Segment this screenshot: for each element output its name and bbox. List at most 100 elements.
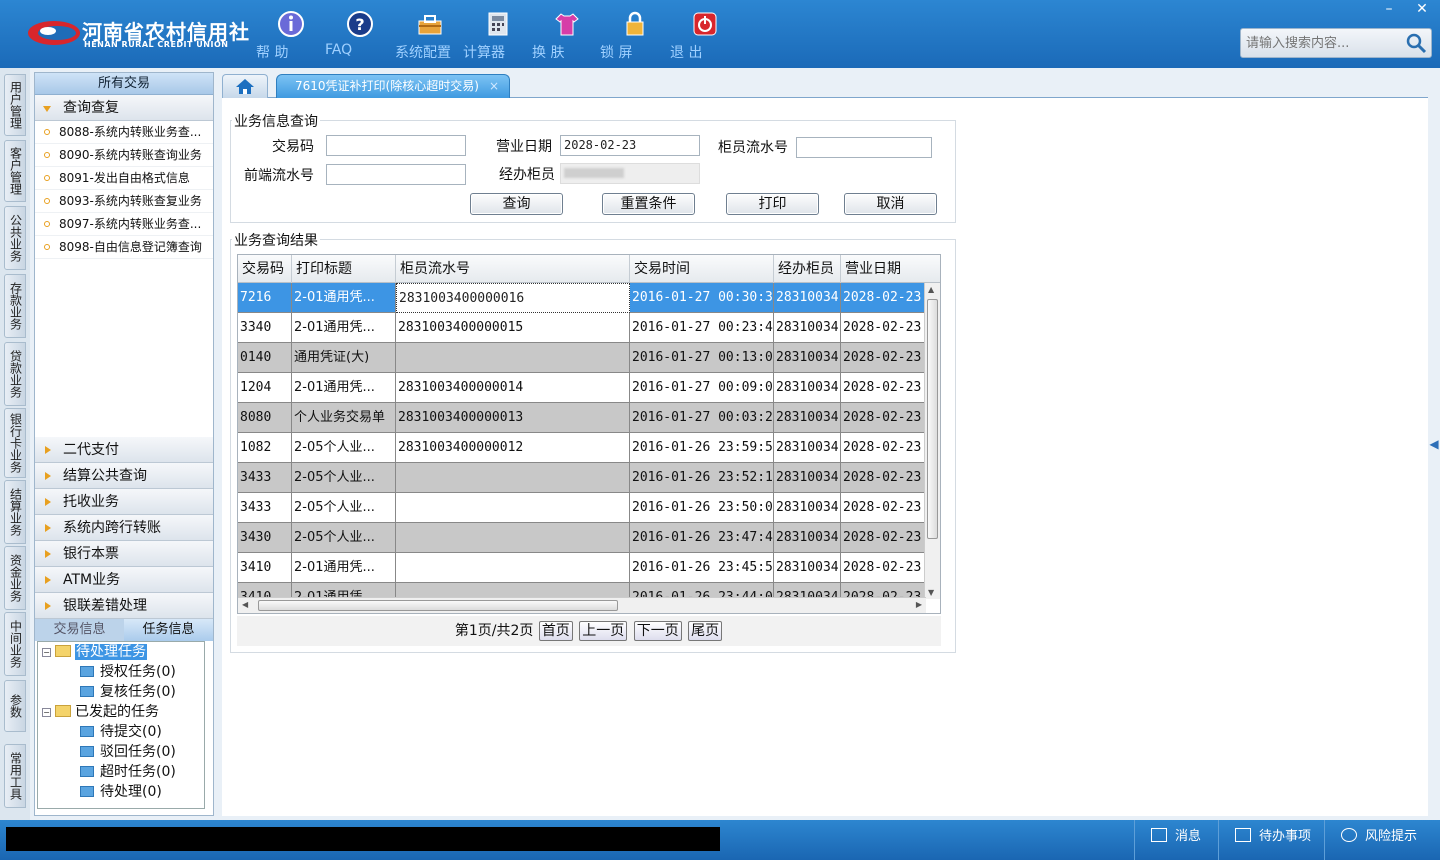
table-cell[interactable]: 2028-02-23 0	[841, 493, 925, 523]
transaction-item[interactable]: 8091-发出自由格式信息	[35, 167, 213, 190]
tree-node-authorize[interactable]: 授权任务(0)	[80, 662, 176, 682]
column-header[interactable]: 交易码	[238, 255, 292, 283]
collapse-icon[interactable]: −	[42, 648, 51, 657]
table-cell[interactable]: 28310034	[774, 463, 841, 493]
table-row[interactable]: 3410 2-01通用凭... 2016-01-26 23:45:51 2831003…	[238, 553, 925, 583]
table-cell[interactable]: 28310034	[774, 403, 841, 433]
table-row[interactable]: 0140 通用凭证(大) 2016-01-27 00:13:07 28310034 20…	[238, 343, 925, 373]
table-cell[interactable]	[396, 553, 630, 583]
transaction-item[interactable]: 8088-系统内转账业务查...	[35, 121, 213, 144]
last-page-button[interactable]: 尾页	[688, 621, 723, 641]
table-cell[interactable]: 个人业务交易单	[292, 403, 396, 433]
horizontal-scrollbar[interactable]: ◀ ▶	[238, 597, 926, 613]
table-cell[interactable]: 2028-02-23 0	[841, 523, 925, 553]
table-row[interactable]: 1204 2-01通用凭... 2831003400000014 2016-01-27…	[238, 373, 925, 403]
column-header[interactable]: 经办柜员	[774, 255, 841, 283]
table-cell[interactable]: 2831003400000013	[396, 403, 630, 433]
scroll-up-icon[interactable]: ▲	[928, 285, 934, 294]
table-cell[interactable]: 28310034	[774, 493, 841, 523]
tree-node-timeout[interactable]: 超时任务(0)	[80, 762, 176, 782]
tree-node-to-process[interactable]: 待处理(0)	[80, 782, 162, 802]
table-cell[interactable]: 2-05个人业...	[292, 493, 396, 523]
vtab-deposit-business[interactable]: 存款业务	[4, 274, 26, 338]
tab-task-info[interactable]: 任务信息	[124, 619, 213, 641]
tree-node-to-submit[interactable]: 待提交(0)	[80, 722, 162, 742]
help-button[interactable]: 帮 助	[256, 8, 326, 61]
table-cell[interactable]: 2028-02-23 0	[841, 343, 925, 373]
vtab-bank-card-business[interactable]: 银行卡业务	[4, 408, 26, 478]
table-cell[interactable]: 28310034	[774, 553, 841, 583]
category-interbank-transfer[interactable]: 系统内跨行转账	[35, 515, 213, 541]
vtab-common-tools[interactable]: 常用工具	[4, 744, 26, 808]
transaction-item[interactable]: 8093-系统内转账查复业务	[35, 190, 213, 213]
todo-button[interactable]: 待办事项	[1218, 820, 1324, 860]
teller-seq-input[interactable]	[796, 137, 932, 158]
vtab-settlement-business[interactable]: 结算业务	[4, 480, 26, 544]
category-atm[interactable]: ATM业务	[35, 567, 213, 593]
next-page-button[interactable]: 下一页	[633, 621, 682, 641]
table-row[interactable]: 3430 2-05个人业... 2016-01-26 23:47:42 2831003…	[238, 523, 925, 553]
table-cell[interactable]: 2028-02-23 0	[841, 433, 925, 463]
vertical-scrollbar[interactable]: ▲ ▼	[924, 283, 940, 599]
table-cell[interactable]: 2831003400000016	[396, 283, 630, 313]
vtab-user-management[interactable]: 用户管理	[4, 74, 26, 136]
column-header[interactable]: 柜员流水号	[396, 255, 630, 283]
table-row[interactable]: 3340 2-01通用凭... 2831003400000015 2016-01-27…	[238, 313, 925, 343]
exit-button[interactable]: 退 出	[670, 8, 740, 61]
column-header[interactable]: 营业日期	[841, 255, 925, 283]
table-cell[interactable]: 2016-01-26 23:45:51	[630, 553, 774, 583]
category-settlement-query[interactable]: 结算公共查询	[35, 463, 213, 489]
table-cell[interactable]: 2-01通用凭...	[292, 373, 396, 403]
search-icon[interactable]	[1405, 32, 1427, 54]
table-cell[interactable]: 2028-02-23 0	[841, 313, 925, 343]
horizontal-scroll-thumb[interactable]	[258, 600, 618, 611]
table-cell[interactable]	[396, 343, 630, 373]
collapse-panel-icon[interactable]: ◀	[1428, 424, 1440, 464]
collapse-icon[interactable]: −	[42, 708, 51, 717]
tree-node-pending[interactable]: − 待处理任务	[42, 642, 147, 662]
table-cell[interactable]: 2028-02-23 0	[841, 373, 925, 403]
table-cell[interactable]: 3430	[238, 523, 292, 553]
vtab-intermediate-business[interactable]: 中间业务	[4, 612, 26, 676]
table-cell[interactable]: 2016-01-27 00:13:07	[630, 343, 774, 373]
calculator-button[interactable]: 计算器	[463, 8, 533, 61]
column-header[interactable]: 交易时间	[630, 255, 774, 283]
txn-code-input[interactable]	[326, 135, 466, 156]
tab-7610-voucher-reprint[interactable]: 7610凭证补打印(除核心超时交易) ×	[276, 74, 510, 98]
table-cell[interactable]: 2831003400000012	[396, 433, 630, 463]
tree-node-rejected[interactable]: 驳回任务(0)	[80, 742, 176, 762]
category-collection[interactable]: 托收业务	[35, 489, 213, 515]
column-header[interactable]: 打印标题	[292, 255, 396, 283]
first-page-button[interactable]: 首页	[538, 621, 573, 641]
vtab-public-business[interactable]: 公共业务	[4, 206, 26, 270]
transaction-item[interactable]: 8098-自由信息登记簿查询	[35, 236, 213, 259]
tab-transaction-info[interactable]: 交易信息	[35, 619, 124, 641]
faq-button[interactable]: ? FAQ	[325, 8, 395, 60]
table-cell[interactable]: 2016-01-26 23:50:07	[630, 493, 774, 523]
category-2nd-gen-payment[interactable]: 二代支付	[35, 437, 213, 463]
prev-page-button[interactable]: 上一页	[579, 621, 628, 641]
minimize-button[interactable]: –	[1374, 0, 1404, 18]
table-cell[interactable]: 1082	[238, 433, 292, 463]
close-tab-icon[interactable]: ×	[489, 75, 499, 97]
front-seq-input[interactable]	[326, 164, 466, 185]
close-window-button[interactable]: ✕	[1407, 0, 1437, 18]
category-query-reply[interactable]: 查询查复	[35, 95, 213, 121]
query-button[interactable]: 查询	[470, 193, 563, 215]
risk-alert-button[interactable]: 风险提示	[1324, 820, 1440, 860]
table-cell[interactable]: 2028-02-23 0	[841, 463, 925, 493]
table-cell[interactable]: 通用凭证(大)	[292, 343, 396, 373]
table-cell[interactable]: 2016-01-27 00:03:24	[630, 403, 774, 433]
table-row[interactable]: 7216 2-01通用凭... 2831003400000016 2016-01-27…	[238, 283, 925, 313]
search-input[interactable]	[1241, 29, 1401, 57]
table-cell[interactable]: 28310034	[774, 373, 841, 403]
table-cell[interactable]: 2028-02-23 0	[841, 283, 925, 313]
tree-node-review[interactable]: 复核任务(0)	[80, 682, 176, 702]
table-cell[interactable]: 28310034	[774, 523, 841, 553]
table-cell[interactable]: 2028-02-23 0	[841, 403, 925, 433]
tab-home[interactable]	[222, 74, 268, 98]
vertical-scroll-thumb[interactable]	[927, 299, 938, 539]
table-cell[interactable]: 1204	[238, 373, 292, 403]
table-cell[interactable]: 3433	[238, 493, 292, 523]
transaction-item[interactable]: 8090-系统内转账查询业务	[35, 144, 213, 167]
